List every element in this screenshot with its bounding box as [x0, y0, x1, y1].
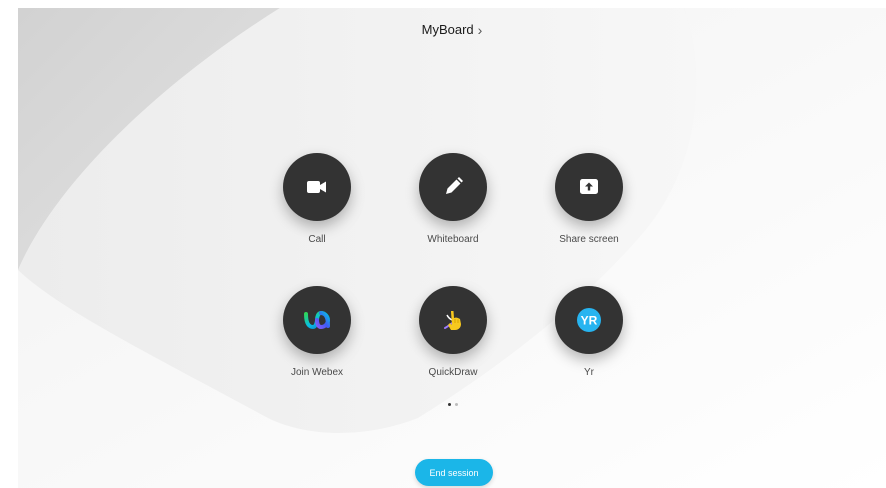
app-label: Share screen [559, 234, 619, 245]
whiteboard-button[interactable] [419, 153, 487, 221]
board-name-menu[interactable]: MyBoard › [18, 22, 886, 37]
page-indicator[interactable] [448, 403, 458, 406]
board-name: MyBoard [421, 22, 474, 37]
end-session-button[interactable]: End session [415, 459, 493, 486]
app-label: Join Webex [290, 367, 344, 378]
app-share-screen[interactable]: Share screen [539, 153, 639, 245]
app-label: Call [308, 234, 326, 245]
join-webex-button[interactable] [283, 286, 351, 354]
page-dot-active[interactable] [448, 403, 451, 406]
yr-logo-icon: YR [577, 308, 601, 332]
video-camera-icon [307, 181, 326, 193]
page-dot[interactable] [455, 403, 458, 406]
share-screen-button[interactable] [555, 153, 623, 221]
share-screen-icon [580, 179, 598, 194]
background-swoosh [18, 8, 886, 488]
call-button[interactable] [283, 153, 351, 221]
app-join-webex[interactable]: Join Webex [267, 286, 367, 378]
app-label: QuickDraw [428, 367, 478, 378]
yr-logo-text: YR [581, 314, 598, 328]
app-quickdraw[interactable]: QuickDraw [403, 286, 503, 378]
chevron-right-icon: › [477, 21, 483, 38]
app-whiteboard[interactable]: Whiteboard [403, 153, 503, 245]
quickdraw-button[interactable] [419, 286, 487, 354]
webex-logo-icon [304, 310, 330, 330]
quickdraw-hand-icon [444, 311, 461, 330]
app-yr[interactable]: YR Yr [539, 286, 639, 378]
app-label: Yr [584, 367, 594, 378]
app-label: Whiteboard [427, 234, 479, 245]
pencil-icon [446, 177, 463, 194]
app-call[interactable]: Call [267, 153, 367, 245]
home-screen: MyBoard › Call Whiteboard Share screen J… [18, 8, 886, 488]
yr-button[interactable]: YR [555, 286, 623, 354]
